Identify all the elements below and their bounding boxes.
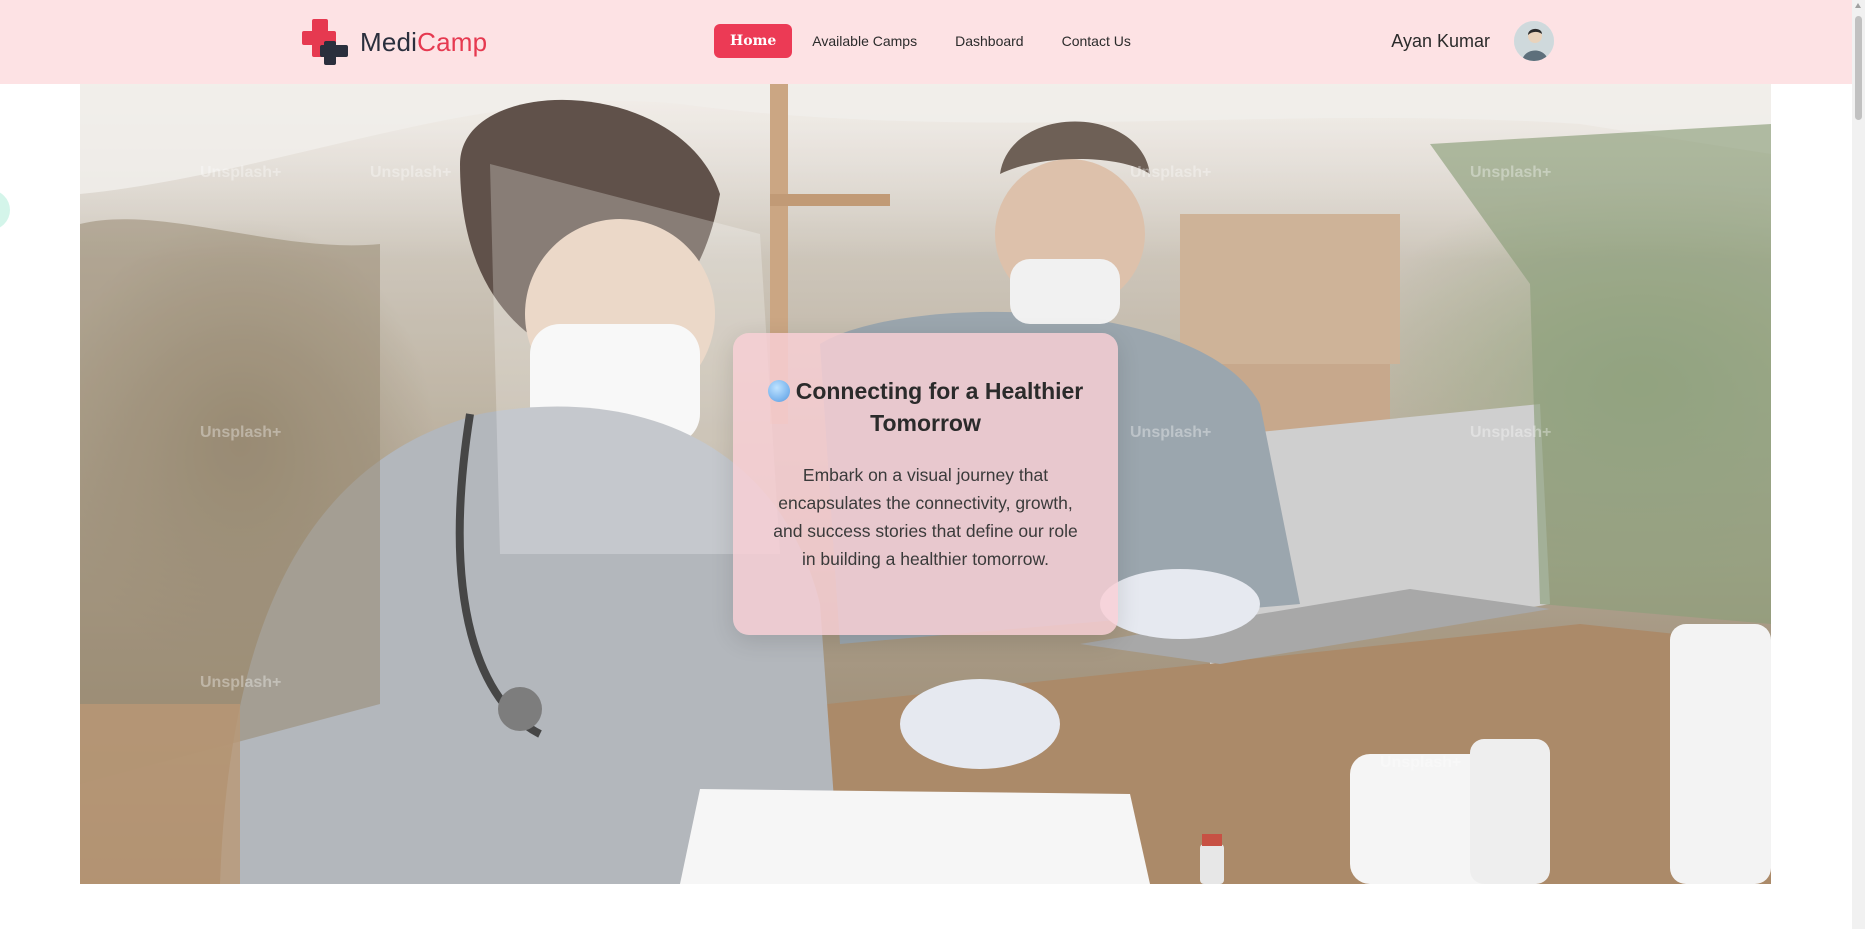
user-avatar-icon bbox=[1514, 21, 1554, 61]
hero-title: Connecting for a Healthier Tomorrow bbox=[767, 375, 1084, 439]
hero-banner: Unsplash+ Unsplash+ Unsplash+ Unsplash+ … bbox=[80, 84, 1771, 884]
user-menu[interactable]: Ayan Kumar bbox=[1391, 21, 1554, 61]
brand-logo[interactable]: MediCamp bbox=[302, 19, 487, 65]
user-name: Ayan Kumar bbox=[1391, 30, 1490, 51]
brand-name-part2: Camp bbox=[417, 26, 488, 57]
scrollbar-thumb[interactable] bbox=[1855, 16, 1862, 120]
brand-name-part1: Medi bbox=[360, 26, 418, 57]
main-nav: Home Available Camps Dashboard Contact U… bbox=[714, 24, 1149, 58]
hero-title-text: Connecting for a Healthier Tomorrow bbox=[795, 378, 1084, 436]
globe-icon bbox=[767, 380, 790, 402]
medical-cross-icon bbox=[302, 19, 348, 65]
hero-description: Embark on a visual journey that encapsul… bbox=[773, 465, 1078, 569]
nav-contact-us[interactable]: Contact Us bbox=[1044, 24, 1149, 58]
page-scrollbar[interactable] bbox=[1852, 0, 1865, 929]
navbar: MediCamp Home Available Camps Dashboard … bbox=[0, 0, 1852, 84]
hero-card: Connecting for a Healthier Tomorrow Emba… bbox=[733, 333, 1118, 635]
nav-home[interactable]: Home bbox=[714, 24, 793, 58]
scroll-up-arrow-icon[interactable] bbox=[1855, 3, 1861, 8]
brand-name: MediCamp bbox=[360, 27, 487, 58]
nav-available-camps[interactable]: Available Camps bbox=[794, 24, 935, 58]
floating-side-widget[interactable] bbox=[0, 190, 10, 230]
avatar[interactable] bbox=[1514, 21, 1554, 61]
nav-dashboard[interactable]: Dashboard bbox=[937, 24, 1042, 58]
